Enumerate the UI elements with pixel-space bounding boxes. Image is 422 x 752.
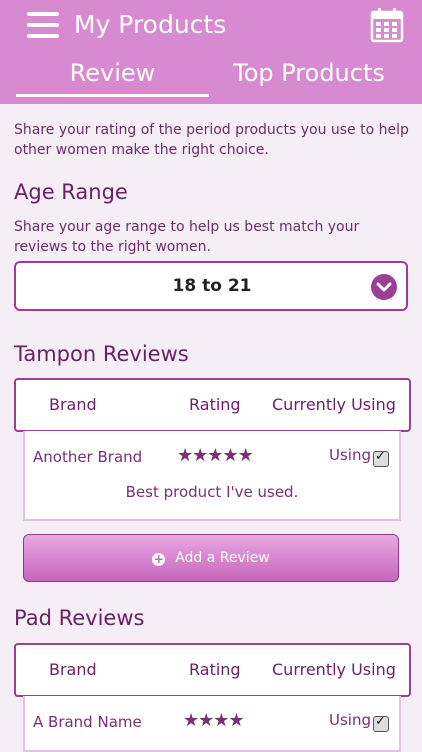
intro-text: Share your rating of the period products… [14, 122, 409, 158]
star-icon: ★ [177, 445, 193, 466]
tampon-reviews-title: Tampon Reviews [14, 342, 189, 366]
rating-stars: ★★★★ [183, 710, 245, 731]
add-review-label: Add a Review [175, 550, 270, 566]
using-label: Using [329, 446, 371, 464]
column-brand: Brand [49, 660, 97, 679]
star-icon: ★ [207, 445, 223, 466]
using-checkbox[interactable] [373, 449, 389, 467]
tampon-review-row[interactable]: Another Brand ★★★★★ Using Best product I… [23, 431, 401, 521]
review-comment: Best product I've used. [125, 483, 299, 501]
star-icon: ★ [183, 710, 199, 731]
add-review-button[interactable]: + Add a Review [23, 534, 399, 582]
rating-stars: ★★★★★ [177, 445, 254, 466]
column-brand: Brand [49, 395, 97, 414]
calendar-icon[interactable] [370, 7, 404, 43]
review-brand: A Brand Name [33, 713, 142, 731]
chevron-down-icon[interactable] [371, 274, 397, 300]
column-rating: Rating [189, 395, 241, 414]
app-header: My Products Review Top Products [0, 0, 422, 104]
age-range-title: Age Range [14, 180, 128, 204]
using-checkbox[interactable] [373, 714, 389, 732]
column-rating: Rating [189, 660, 241, 679]
page-title: My Products [74, 10, 227, 39]
age-range-select[interactable]: 18 to 21 [14, 261, 408, 311]
star-icon: ★ [192, 445, 208, 466]
plus-circle-icon: + [152, 552, 166, 566]
tab-review[interactable]: Review [16, 54, 209, 96]
age-range-value: 18 to 21 [172, 276, 252, 296]
star-icon: ★ [222, 445, 238, 466]
star-icon: ★ [228, 710, 244, 731]
review-content: Share your rating of the period products… [0, 104, 422, 752]
tab-top-products[interactable]: Top Products [212, 54, 406, 96]
star-icon: ★ [237, 445, 254, 466]
age-range-description: Share your age range to help us best mat… [14, 219, 360, 255]
hamburger-menu-icon[interactable] [27, 12, 59, 38]
star-icon: ★ [198, 710, 214, 731]
column-currently-using: Currently Using [272, 395, 396, 414]
column-currently-using: Currently Using [272, 660, 396, 679]
pad-table-header: Brand Rating Currently Using [14, 643, 411, 697]
active-tab-indicator [16, 94, 209, 97]
pad-review-row[interactable]: A Brand Name ★★★★ Using [23, 696, 401, 752]
using-label: Using [329, 711, 371, 729]
pad-reviews-title: Pad Reviews [14, 606, 145, 630]
star-icon: ★ [213, 710, 229, 731]
review-brand: Another Brand [33, 448, 143, 466]
tampon-table-header: Brand Rating Currently Using [14, 378, 411, 432]
